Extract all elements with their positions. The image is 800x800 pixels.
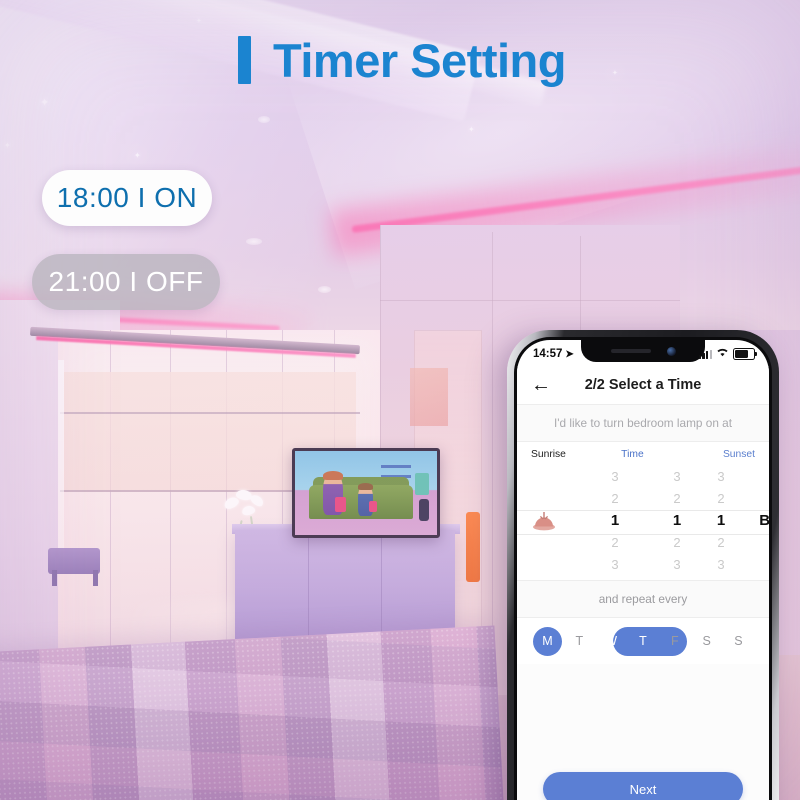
- picker-cell[interactable]: 2: [717, 488, 724, 510]
- tab-time[interactable]: Time: [566, 449, 723, 460]
- cabinet-seam: [381, 534, 382, 642]
- wall-art: [410, 368, 448, 426]
- timer-badge-on: 18:00 I ON: [42, 170, 212, 226]
- next-button[interactable]: Next: [543, 772, 743, 800]
- picker-column-offset[interactable]: Before After: [751, 462, 769, 580]
- day-toggle-monday[interactable]: M: [533, 626, 562, 656]
- picker-mode-tabs: Sunrise Time Sunset: [517, 442, 769, 462]
- tab-sunrise[interactable]: Sunrise: [531, 449, 566, 460]
- phone-screen: 14:57 ➤ ← 2/2 Select a Time I'd like to …: [517, 340, 769, 800]
- day-toggle-sunday[interactable]: S: [724, 627, 753, 656]
- closet-seam: [492, 232, 493, 692]
- picker-cell-selected[interactable]: 1: [717, 510, 725, 532]
- tv-scene-shelf: [381, 465, 411, 468]
- day-selector[interactable]: M T W T F S S: [517, 618, 769, 664]
- day-toggle-friday[interactable]: F: [660, 627, 689, 656]
- app-navigation-bar: ← 2/2 Select a Time: [517, 366, 769, 404]
- back-arrow-icon[interactable]: ←: [531, 375, 551, 395]
- picker-cell-selected[interactable]: 1: [673, 510, 681, 532]
- hanging-towel: [466, 512, 480, 582]
- day-toggle-saturday[interactable]: S: [692, 627, 721, 656]
- sparkle-icon: ✦: [40, 97, 50, 109]
- action-sentence: I'd like to turn bedroom lamp on at: [517, 404, 769, 442]
- title-accent-bar: [238, 36, 251, 84]
- picker-sunrise-icon-column: [531, 462, 583, 580]
- curtain-edge: [58, 360, 64, 550]
- day-label: F: [670, 634, 679, 648]
- status-bar: 14:57 ➤: [517, 340, 769, 366]
- tv-scene-object: [415, 473, 429, 495]
- picker-column-minutes-tens[interactable]: 3 2 1 2 3: [657, 462, 697, 580]
- picker-cell[interactable]: 2: [717, 532, 724, 554]
- timer-badge-on-label: 18:00 I ON: [56, 182, 198, 213]
- day-label: T: [639, 634, 647, 648]
- sparkle-icon: ✦: [468, 125, 475, 134]
- location-arrow-icon: ➤: [565, 348, 574, 360]
- sparkle-icon: ✦: [4, 141, 11, 150]
- bench-leg: [93, 570, 98, 586]
- window-sill: [60, 412, 360, 414]
- picker-cell-selected[interactable]: 1: [611, 510, 619, 532]
- sparkle-icon: ✦: [134, 151, 141, 160]
- content-spacer: [517, 664, 769, 772]
- repeat-label: and repeat every: [517, 580, 769, 618]
- day-label: S: [702, 634, 711, 648]
- day-label: W: [605, 634, 618, 648]
- status-bar-time: 14:57: [533, 348, 563, 360]
- picker-cell[interactable]: 3: [673, 466, 680, 488]
- wifi-icon: [716, 347, 729, 361]
- battery-icon: [733, 348, 758, 360]
- picker-cell[interactable]: 2: [673, 488, 680, 510]
- tv-scene-popcorn: [369, 501, 377, 512]
- day-toggle-thursday[interactable]: T: [628, 627, 657, 656]
- closet-seam: [380, 300, 680, 301]
- picker-column-minutes-ones[interactable]: 3 2 1 2 3: [701, 462, 741, 580]
- next-button-container: Next: [517, 772, 769, 800]
- day-toggle-wednesday[interactable]: W: [597, 627, 626, 656]
- picker-cell[interactable]: 3: [717, 466, 724, 488]
- picker-column-hours[interactable]: 3 2 1 2 3: [595, 462, 635, 580]
- phone-mockup: 14:57 ➤ ← 2/2 Select a Time I'd like to …: [507, 330, 779, 800]
- picker-cell-before[interactable]: Before: [759, 510, 769, 532]
- picker-cell[interactable]: 2: [673, 532, 680, 554]
- screenshot-stage: ✦ ✦ ✦ ✦ ✦ ✦ Timer Setting 18:00 I ON 21:…: [0, 0, 800, 800]
- page-title: Timer Setting: [238, 36, 566, 84]
- television: [292, 448, 440, 538]
- downlight-icon: [246, 238, 262, 245]
- status-bar-right: [698, 347, 758, 361]
- time-picker[interactable]: 3 2 1 2 3 3 2 1 2 3 3 2 1 2 3 B: [517, 462, 769, 580]
- sunrise-icon: [531, 511, 557, 536]
- downlight-icon: [258, 116, 270, 123]
- timer-badge-off: 21:00 I OFF: [32, 254, 220, 310]
- tv-character-adult-hair: [323, 471, 343, 480]
- day-label: M: [542, 634, 553, 648]
- bed: [0, 625, 505, 800]
- picker-cell[interactable]: 3: [673, 554, 680, 576]
- downlight-icon: [318, 286, 331, 293]
- tv-scene-lamp: [419, 499, 429, 521]
- title-text: Timer Setting: [273, 33, 566, 87]
- tv-scene-popcorn: [335, 497, 346, 512]
- cellular-signal-icon: [698, 349, 712, 359]
- screen-title: 2/2 Select a Time: [584, 377, 702, 393]
- picker-cell[interactable]: 3: [717, 554, 724, 576]
- picker-cell[interactable]: 2: [611, 532, 618, 554]
- day-label: T: [575, 634, 584, 648]
- sparkle-icon: ✦: [612, 70, 618, 77]
- cabinet-seam: [308, 534, 309, 642]
- sparkle-icon: ✦: [196, 18, 202, 25]
- picker-cell[interactable]: 2: [611, 488, 618, 510]
- phone-bezel: 14:57 ➤ ← 2/2 Select a Time I'd like to …: [514, 337, 772, 800]
- picker-cell[interactable]: 3: [611, 466, 618, 488]
- day-label: S: [734, 634, 743, 648]
- day-toggle-tuesday[interactable]: T: [565, 627, 594, 656]
- cabinet: [235, 530, 455, 645]
- bench-leg: [52, 570, 57, 586]
- tv-character-child-hair: [358, 483, 373, 490]
- status-bar-left: 14:57 ➤: [533, 348, 574, 360]
- picker-cell[interactable]: 3: [611, 554, 618, 576]
- tab-sunset[interactable]: Sunset: [723, 449, 755, 460]
- timer-badge-off-label: 21:00 I OFF: [48, 266, 204, 297]
- bed-shading: [0, 625, 505, 800]
